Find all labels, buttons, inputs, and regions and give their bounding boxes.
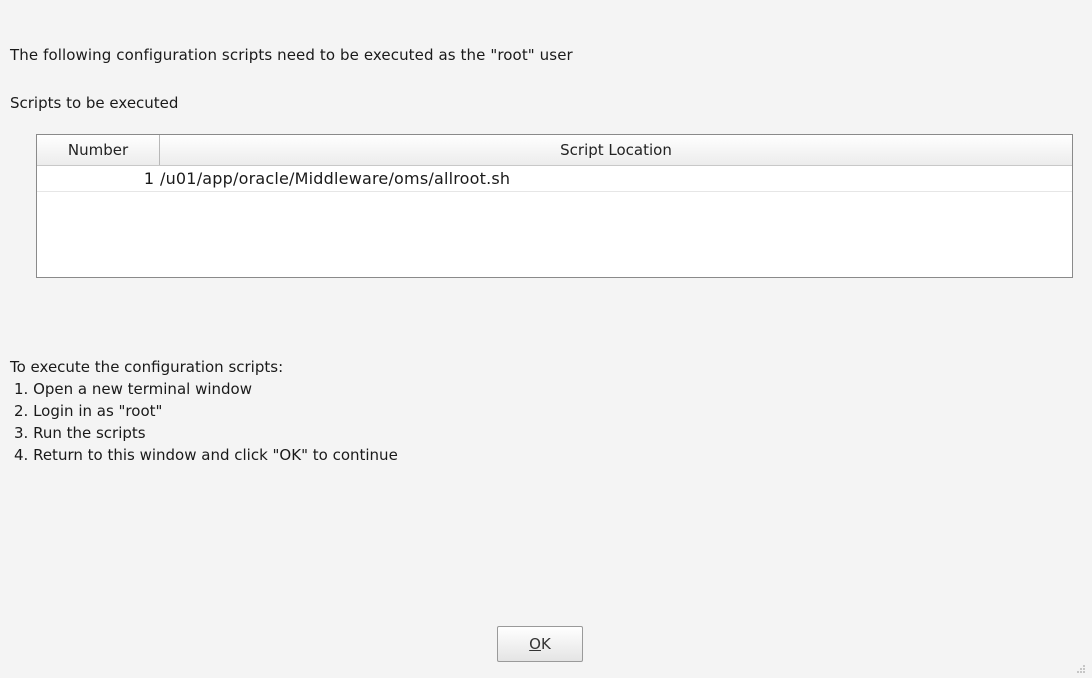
column-header-script-location[interactable]: Script Location (160, 135, 1072, 165)
ok-button-mnemonic: O (529, 635, 541, 653)
resize-grip-icon[interactable] (1074, 662, 1086, 674)
column-header-number[interactable]: Number (37, 135, 160, 165)
table-row[interactable]: 1 /u01/app/oracle/Middleware/oms/allroot… (37, 166, 1072, 192)
table-header: Number Script Location (37, 135, 1072, 166)
instructions-heading: To execute the configuration scripts: (10, 358, 284, 376)
execute-configuration-scripts-dialog: The following configuration scripts need… (0, 0, 1092, 678)
row-number-cell: 1 (143, 169, 154, 188)
ok-button[interactable]: OK (497, 626, 583, 662)
intro-text: The following configuration scripts need… (10, 46, 573, 64)
ok-button-label-rest: K (540, 635, 551, 653)
instruction-step: 3. Run the scripts (14, 424, 146, 442)
scripts-label: Scripts to be executed (10, 94, 179, 112)
script-location-cell: /u01/app/oracle/Middleware/oms/allroot.s… (160, 169, 511, 188)
instruction-step: 4. Return to this window and click "OK" … (14, 446, 398, 464)
scripts-table: Number Script Location 1 /u01/app/oracle… (36, 134, 1073, 278)
instructions: To execute the configuration scripts: 1.… (10, 356, 398, 466)
instruction-step: 1. Open a new terminal window (14, 380, 252, 398)
instruction-step: 2. Login in as "root" (14, 402, 163, 420)
